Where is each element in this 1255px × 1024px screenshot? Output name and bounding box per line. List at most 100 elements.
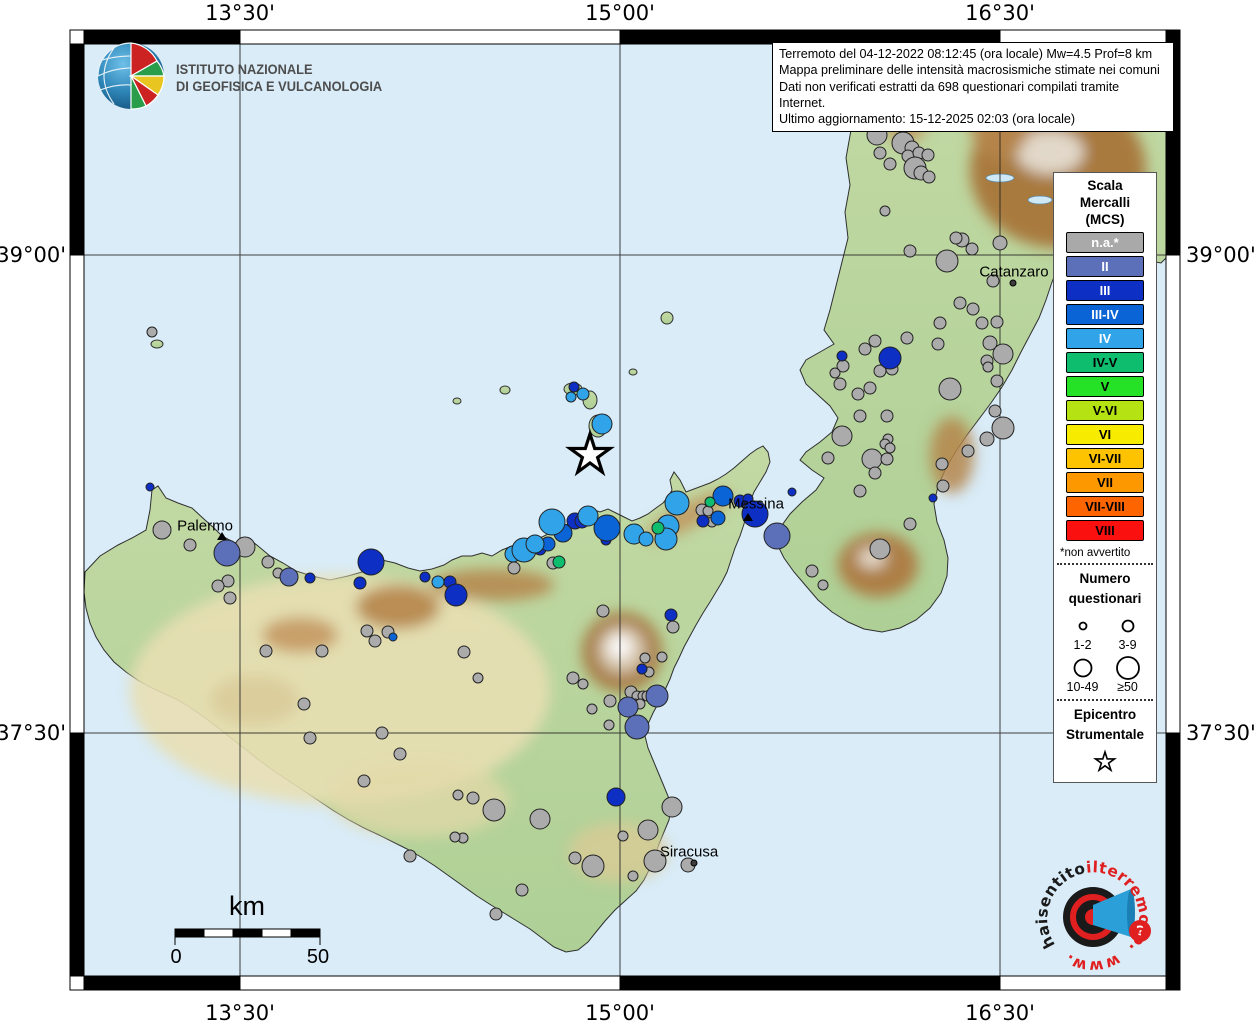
legend-title-line: Mercalli bbox=[1054, 195, 1156, 212]
intensity-dot bbox=[991, 375, 1003, 387]
intensity-dot bbox=[526, 535, 544, 553]
intensity-dot bbox=[993, 344, 1013, 364]
intensity-dot bbox=[224, 592, 236, 604]
info-line-4: Ultimo aggiornamento: 15-12-2025 02:03 (… bbox=[779, 111, 1167, 127]
intensity-dot bbox=[834, 378, 846, 390]
legend-title-line: (MCS) bbox=[1054, 212, 1156, 229]
intensity-dot bbox=[508, 562, 520, 574]
intensity-dot bbox=[184, 539, 196, 551]
city-label-siracusa: Siracusa bbox=[660, 844, 718, 861]
intensity-dot bbox=[967, 303, 979, 315]
intensity-dot bbox=[578, 679, 588, 689]
questionari-title-line: questionari bbox=[1054, 589, 1156, 609]
intensity-dot bbox=[859, 343, 871, 355]
axis-tick-label: 13°30' bbox=[205, 1001, 275, 1024]
axis-tick-label: 16°30' bbox=[965, 1, 1035, 25]
intensity-dot bbox=[262, 556, 274, 568]
intensity-dot bbox=[806, 565, 818, 577]
intensity-dot bbox=[991, 316, 1003, 328]
intensity-dot bbox=[788, 488, 796, 496]
intensity-dot bbox=[567, 672, 579, 684]
intensity-dot bbox=[881, 453, 893, 465]
intensity-dot bbox=[394, 748, 406, 760]
city-label-catanzaro: Catanzaro bbox=[979, 264, 1048, 281]
city-marker-icon bbox=[691, 860, 697, 866]
intensity-dot bbox=[880, 206, 890, 216]
intensity-dot bbox=[566, 392, 576, 402]
info-line-2: Mappa preliminare delle intensità macros… bbox=[779, 62, 1167, 78]
intensity-chip-vivii: VI-VII bbox=[1066, 448, 1144, 469]
intensity-dot bbox=[936, 458, 948, 470]
legend-panel: ScalaMercalli(MCS) n.a.*IIIIIIII-IVIVIV-… bbox=[1053, 172, 1157, 783]
macroseismic-map-page: ? haisentitoilterremoto.it www. Terremot… bbox=[0, 0, 1255, 1024]
intensity-dot bbox=[697, 515, 709, 527]
intensity-dot bbox=[607, 788, 625, 806]
intensity-dot bbox=[358, 549, 384, 575]
ingv-org-name: ISTITUTO NAZIONALE DI GEOFISICA E VULCAN… bbox=[176, 62, 382, 96]
intensity-dot bbox=[980, 432, 994, 446]
city-label-palermo: Palermo bbox=[177, 518, 233, 535]
scalebar-start: 0 bbox=[170, 946, 181, 969]
intensity-chip-ivv: IV-V bbox=[1066, 352, 1144, 373]
intensity-dot bbox=[516, 884, 528, 896]
ingv-org-line1: ISTITUTO NAZIONALE bbox=[176, 62, 382, 79]
ingv-org-line2: DI GEOFISICA E VULCANOLOGIA bbox=[176, 79, 382, 96]
intensity-dot bbox=[966, 243, 978, 255]
legend-footnote: *non avvertito bbox=[1060, 547, 1152, 559]
intensity-dot bbox=[597, 605, 609, 617]
ingv-globe-icon bbox=[98, 43, 164, 109]
intensity-dot bbox=[652, 522, 664, 534]
intensity-dot bbox=[657, 652, 667, 662]
intensity-dot bbox=[854, 410, 866, 422]
intensity-dot bbox=[705, 497, 715, 507]
intensity-dot bbox=[640, 653, 650, 663]
intensity-dot bbox=[852, 388, 864, 400]
legend-separator bbox=[1057, 699, 1153, 701]
intensity-dot bbox=[665, 609, 677, 621]
legend-title-line: Scala bbox=[1054, 178, 1156, 195]
intensity-chip-v: V bbox=[1066, 376, 1144, 397]
intensity-dot bbox=[592, 414, 612, 434]
intensity-dot bbox=[764, 523, 790, 549]
info-line-1: Terremoto del 04-12-2022 08:12:45 (ora l… bbox=[779, 46, 1167, 62]
intensity-dot bbox=[993, 236, 1007, 250]
intensity-dot bbox=[628, 871, 638, 881]
intensity-dot bbox=[458, 646, 470, 658]
intensity-chip-iiiiv: III-IV bbox=[1066, 304, 1144, 325]
intensity-dot bbox=[376, 727, 388, 739]
intensity-dot bbox=[862, 449, 882, 469]
intensity-dot bbox=[665, 491, 689, 515]
intensity-dot bbox=[992, 417, 1014, 439]
axis-tick-label: 37°30' bbox=[1186, 721, 1255, 745]
intensity-dot bbox=[604, 720, 614, 730]
intensity-chip-iv: IV bbox=[1066, 328, 1144, 349]
intensity-dot bbox=[618, 697, 638, 717]
intensity-dot bbox=[936, 250, 958, 272]
intensity-dot bbox=[358, 775, 370, 787]
intensity-dot bbox=[939, 378, 961, 400]
event-info-box: Terremoto del 04-12-2022 08:12:45 (ora l… bbox=[772, 42, 1174, 132]
intensity-dot bbox=[153, 521, 171, 539]
intensity-dot bbox=[490, 908, 502, 920]
intensity-chip-ii: II bbox=[1066, 256, 1144, 277]
epicenter-title-line: Epicentro bbox=[1054, 705, 1156, 725]
intensity-dot bbox=[922, 149, 934, 161]
questionari-size: ≥50 bbox=[1105, 653, 1150, 695]
axis-tick-label: 16°30' bbox=[965, 1001, 1035, 1024]
legend-separator bbox=[1057, 563, 1153, 565]
intensity-dot bbox=[869, 467, 881, 479]
questionari-title-line: Numero bbox=[1054, 569, 1156, 589]
city-marker-icon bbox=[1010, 280, 1016, 286]
intensity-dot bbox=[711, 511, 725, 525]
intensity-dot bbox=[618, 831, 628, 841]
intensity-dot bbox=[483, 799, 505, 821]
questionari-size: 3-9 bbox=[1105, 611, 1150, 653]
intensity-chip-vi: VI bbox=[1066, 424, 1144, 445]
intensity-dot bbox=[530, 809, 550, 829]
intensity-dot bbox=[885, 443, 895, 453]
intensity-dot bbox=[553, 556, 565, 568]
intensity-dot bbox=[316, 645, 328, 657]
intensity-dot bbox=[830, 368, 840, 378]
intensity-dot bbox=[881, 410, 893, 422]
intensity-dot bbox=[577, 388, 589, 400]
